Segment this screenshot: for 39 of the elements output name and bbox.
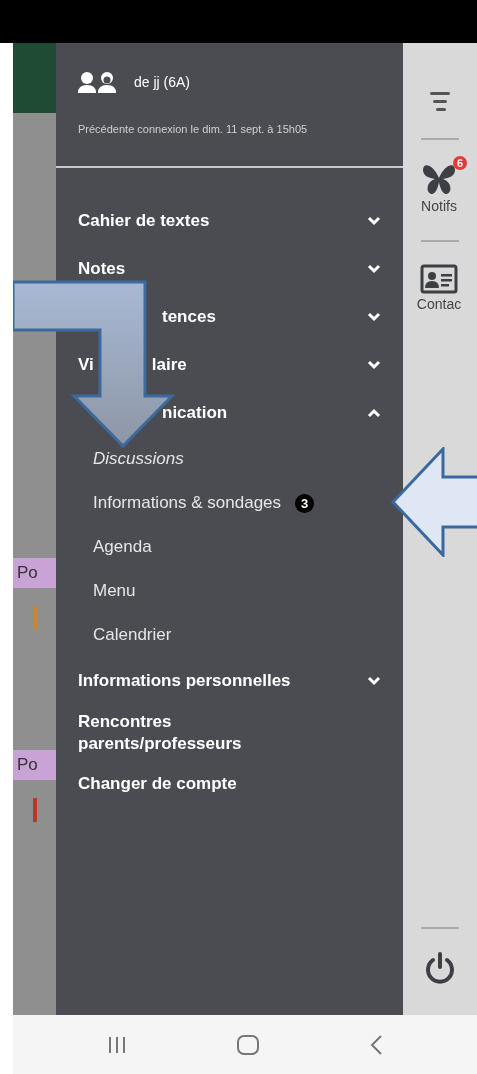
menu-icon[interactable] — [429, 90, 451, 112]
notification-badge: 6 — [452, 156, 467, 170]
menu-section-label[interactable]: Informations personnelles — [78, 671, 291, 691]
header-banner — [13, 43, 56, 113]
chevron-down-icon[interactable] — [367, 676, 381, 686]
menu-link[interactable]: Rencontres parents/professeurs — [56, 705, 403, 767]
section-header: Po — [13, 750, 56, 780]
home-icon[interactable] — [236, 1033, 260, 1056]
butterfly-icon — [421, 162, 457, 196]
contact-button[interactable]: Contac — [416, 256, 474, 312]
contact-card-icon — [420, 264, 458, 294]
submenu-item[interactable]: Calendrier — [93, 625, 172, 645]
back-icon[interactable] — [368, 1033, 383, 1056]
parents-icon — [78, 71, 118, 93]
submenu-item[interactable]: Discussions — [93, 449, 184, 469]
count-badge: 3 — [295, 493, 315, 513]
menu-section-label[interactable]: Cahier de textes — [78, 211, 210, 231]
status-mark — [33, 798, 37, 822]
chevron-up-icon[interactable] — [367, 408, 381, 418]
menu-link[interactable]: Changer de compte — [56, 767, 403, 807]
section-header: Po — [13, 558, 56, 588]
menu-section-label[interactable]: Vi — [78, 355, 94, 375]
recent-apps-icon[interactable] — [107, 1035, 128, 1054]
status-mark — [33, 606, 37, 630]
chevron-down-icon[interactable] — [367, 264, 381, 274]
user-name: de jj (6A) — [134, 74, 191, 90]
notifications-button[interactable]: 6 Notifs — [421, 154, 469, 214]
menu-section-label[interactable]: tences — [162, 307, 216, 327]
menu-section-label[interactable]: nication — [162, 403, 228, 423]
menu-section-label[interactable]: laire — [151, 355, 187, 375]
chevron-down-icon[interactable] — [367, 216, 381, 226]
chevron-down-icon[interactable] — [367, 360, 381, 370]
last-login: Précédente connexion le dim. 11 sept. à 15h05 — [78, 123, 309, 135]
submenu-item[interactable]: Informations & sondages — [93, 493, 282, 513]
power-icon[interactable] — [424, 951, 456, 985]
chevron-down-icon[interactable] — [367, 312, 381, 322]
menu-section-label[interactable]: Notes — [78, 259, 126, 279]
submenu-item[interactable]: Menu — [93, 581, 136, 601]
submenu-item[interactable]: Agenda — [93, 537, 152, 557]
